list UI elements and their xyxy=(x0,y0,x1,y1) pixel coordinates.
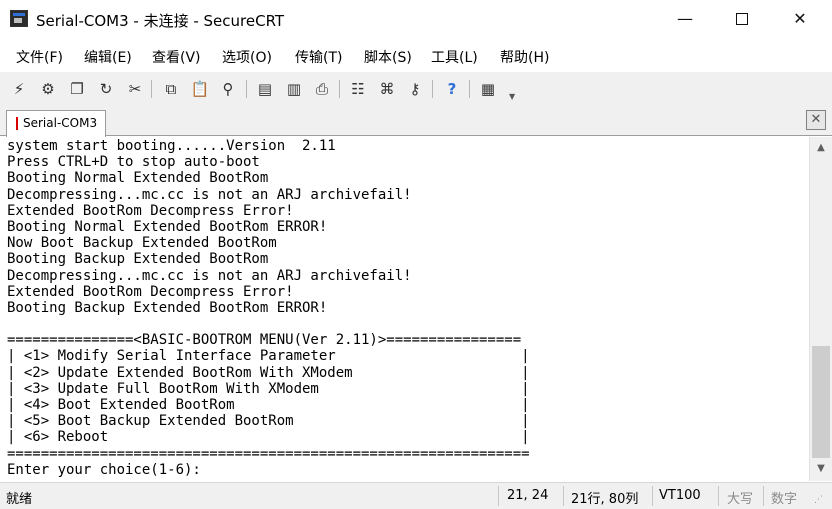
terminal-line: | <5> Boot Backup Extended BootRom | xyxy=(7,413,530,430)
terminal-line: Booting Backup Extended BootRom ERROR! xyxy=(7,299,328,316)
tab-serial-com3[interactable]: Serial-COM3 xyxy=(6,110,106,137)
menu-bar: 文件(F) 编辑(E) 查看(V) 选项(O) 传输(T) 脚本(S) 工具(L… xyxy=(0,42,832,70)
menu-file[interactable]: 文件(F) xyxy=(16,47,63,67)
terminal-output[interactable]: system start booting......Version 2.11 Pr… xyxy=(0,137,809,481)
menu-view[interactable]: 查看(V) xyxy=(152,47,201,67)
keymap-icon[interactable]: ⌘ xyxy=(376,78,398,100)
terminal-line: Decompressing...mc.cc is not an ARJ arch… xyxy=(7,186,412,203)
toolbar: ⚡ ⚙ ❐ ↻ ✂ ⧉ 📋 ⚲ ▤ ▥ ⎙ ☷ ⌘ ⚷ ? ▦ ▼ xyxy=(0,72,832,106)
help-icon[interactable]: ? xyxy=(441,78,463,100)
window-title: Serial-COM3 - 未连接 - SecureCRT xyxy=(36,12,285,30)
terminal-line: Extended BootRom Decompress Error! xyxy=(7,202,294,219)
toolbar-overflow-chevron-icon[interactable]: ▼ xyxy=(509,92,517,102)
scrollbar-thumb[interactable] xyxy=(812,346,830,458)
terminal-line: | <3> Update Full BootRom With XModem | xyxy=(7,380,530,397)
terminal-line: Press CTRL+D to stop auto-boot xyxy=(7,154,260,171)
toolbar-separator xyxy=(469,80,470,98)
toolbar-separator xyxy=(151,80,152,98)
scroll-up-arrow-icon[interactable]: ▲ xyxy=(810,137,832,159)
copy-icon[interactable]: ⧉ xyxy=(160,78,182,100)
tab-status-indicator xyxy=(16,117,18,130)
paste-icon[interactable]: 📋 xyxy=(189,78,211,100)
menu-options[interactable]: 选项(O) xyxy=(222,47,272,67)
terminal-line: Now Boot Backup Extended BootRom xyxy=(7,235,277,252)
minimize-button[interactable]: — xyxy=(656,0,714,38)
close-button[interactable]: ✕ xyxy=(771,0,829,38)
menu-script[interactable]: 脚本(S) xyxy=(364,47,412,67)
print-preview-icon[interactable]: ▤ xyxy=(254,78,276,100)
session-tab-bar: Serial-COM3 ✕ xyxy=(0,106,832,137)
status-separator xyxy=(652,486,653,506)
terminal-line: | <6> Reboot | xyxy=(7,429,530,446)
print-setup-icon[interactable]: ▥ xyxy=(283,78,305,100)
connect-icon[interactable]: ⚡ xyxy=(8,78,30,100)
connect-in-tab-icon[interactable]: ❐ xyxy=(66,78,88,100)
status-num-lock: 数字 xyxy=(771,492,798,507)
terminal-line: ========================================… xyxy=(7,445,530,462)
terminal-line: Booting Normal Extended BootRom xyxy=(7,170,269,187)
terminal-lines: system start booting......Version 2.11 Pr… xyxy=(7,138,530,478)
status-bar: 就绪 21, 24 21行, 80列 VT100 大写 数字 ⋰ xyxy=(0,482,832,509)
status-emulation: VT100 xyxy=(659,488,701,503)
status-separator xyxy=(718,486,719,506)
status-separator xyxy=(563,486,564,506)
terminal-line: Enter your choice(1-6): xyxy=(7,461,201,478)
scroll-down-arrow-icon[interactable]: ▼ xyxy=(810,458,832,480)
menu-tools[interactable]: 工具(L) xyxy=(431,47,478,67)
maximize-icon xyxy=(736,13,748,25)
tab-label: Serial-COM3 xyxy=(23,116,98,130)
status-ready: 就绪 xyxy=(6,492,33,507)
terminal-line: Booting Normal Extended BootRom ERROR! xyxy=(7,218,328,235)
menu-edit[interactable]: 编辑(E) xyxy=(84,47,132,67)
securecrt-app-icon[interactable] xyxy=(10,10,28,27)
terminal-line: ===============<BASIC-BOOTROM MENU(Ver 2… xyxy=(7,332,522,349)
key-agent-icon[interactable]: ⚷ xyxy=(404,78,426,100)
terminal-line: | <2> Update Extended BootRom With XMode… xyxy=(7,364,530,381)
terminal-line: Extended BootRom Decompress Error! xyxy=(7,283,294,300)
reconnect-icon[interactable]: ↻ xyxy=(95,78,117,100)
status-rows-cols: 21行, 80列 xyxy=(571,492,639,507)
resize-grip-icon[interactable]: ⋰ xyxy=(814,493,828,507)
terminal-line: | <4> Boot Extended BootRom | xyxy=(7,397,530,413)
status-separator xyxy=(498,486,499,506)
status-caps-lock: 大写 xyxy=(727,492,754,507)
find-icon[interactable]: ⚲ xyxy=(217,78,239,100)
status-separator xyxy=(763,486,764,506)
menu-transfer[interactable]: 传输(T) xyxy=(295,47,342,67)
title-bar: Serial-COM3 - 未连接 - SecureCRT — ✕ xyxy=(0,0,832,38)
map-icon[interactable]: ▦ xyxy=(477,78,499,100)
close-tab-button[interactable]: ✕ xyxy=(806,110,826,130)
terminal-scrollbar[interactable]: ▲ ▼ xyxy=(809,137,832,481)
toolbar-separator xyxy=(246,80,247,98)
toolbar-separator xyxy=(432,80,433,98)
terminal-line: system start booting......Version 2.11 xyxy=(7,138,336,154)
quick-connect-icon[interactable]: ⚙ xyxy=(37,78,59,100)
session-options-icon[interactable]: ☷ xyxy=(347,78,369,100)
terminal-line: | <1> Modify Serial Interface Parameter … xyxy=(7,348,530,365)
terminal-line: Decompressing...mc.cc is not an ARJ arch… xyxy=(7,267,412,284)
maximize-button[interactable] xyxy=(713,0,771,38)
menu-help[interactable]: 帮助(H) xyxy=(500,47,549,67)
disconnect-icon[interactable]: ✂ xyxy=(124,78,146,100)
terminal-line: Booting Backup Extended BootRom xyxy=(7,251,269,268)
print-icon[interactable]: ⎙ xyxy=(311,78,333,100)
toolbar-separator xyxy=(339,80,340,98)
status-cursor-position: 21, 24 xyxy=(507,488,549,503)
